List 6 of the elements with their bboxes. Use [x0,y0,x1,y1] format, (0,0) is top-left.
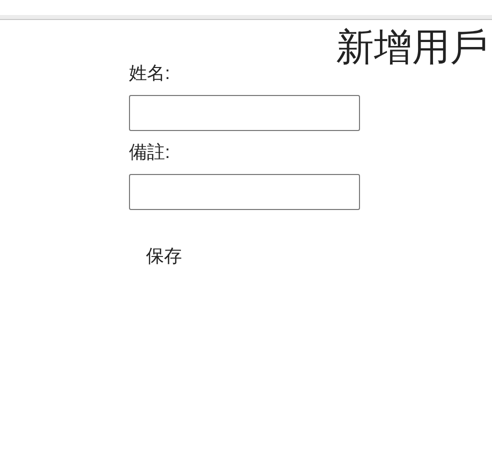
input-field[interactable] [129,174,360,210]
field-label: 姓名: [129,62,170,84]
save-button[interactable]: 保存 [139,242,189,270]
field-label: 備註: [129,141,170,163]
page-title: 新增用戶 [336,26,488,70]
input-field[interactable] [129,95,360,131]
